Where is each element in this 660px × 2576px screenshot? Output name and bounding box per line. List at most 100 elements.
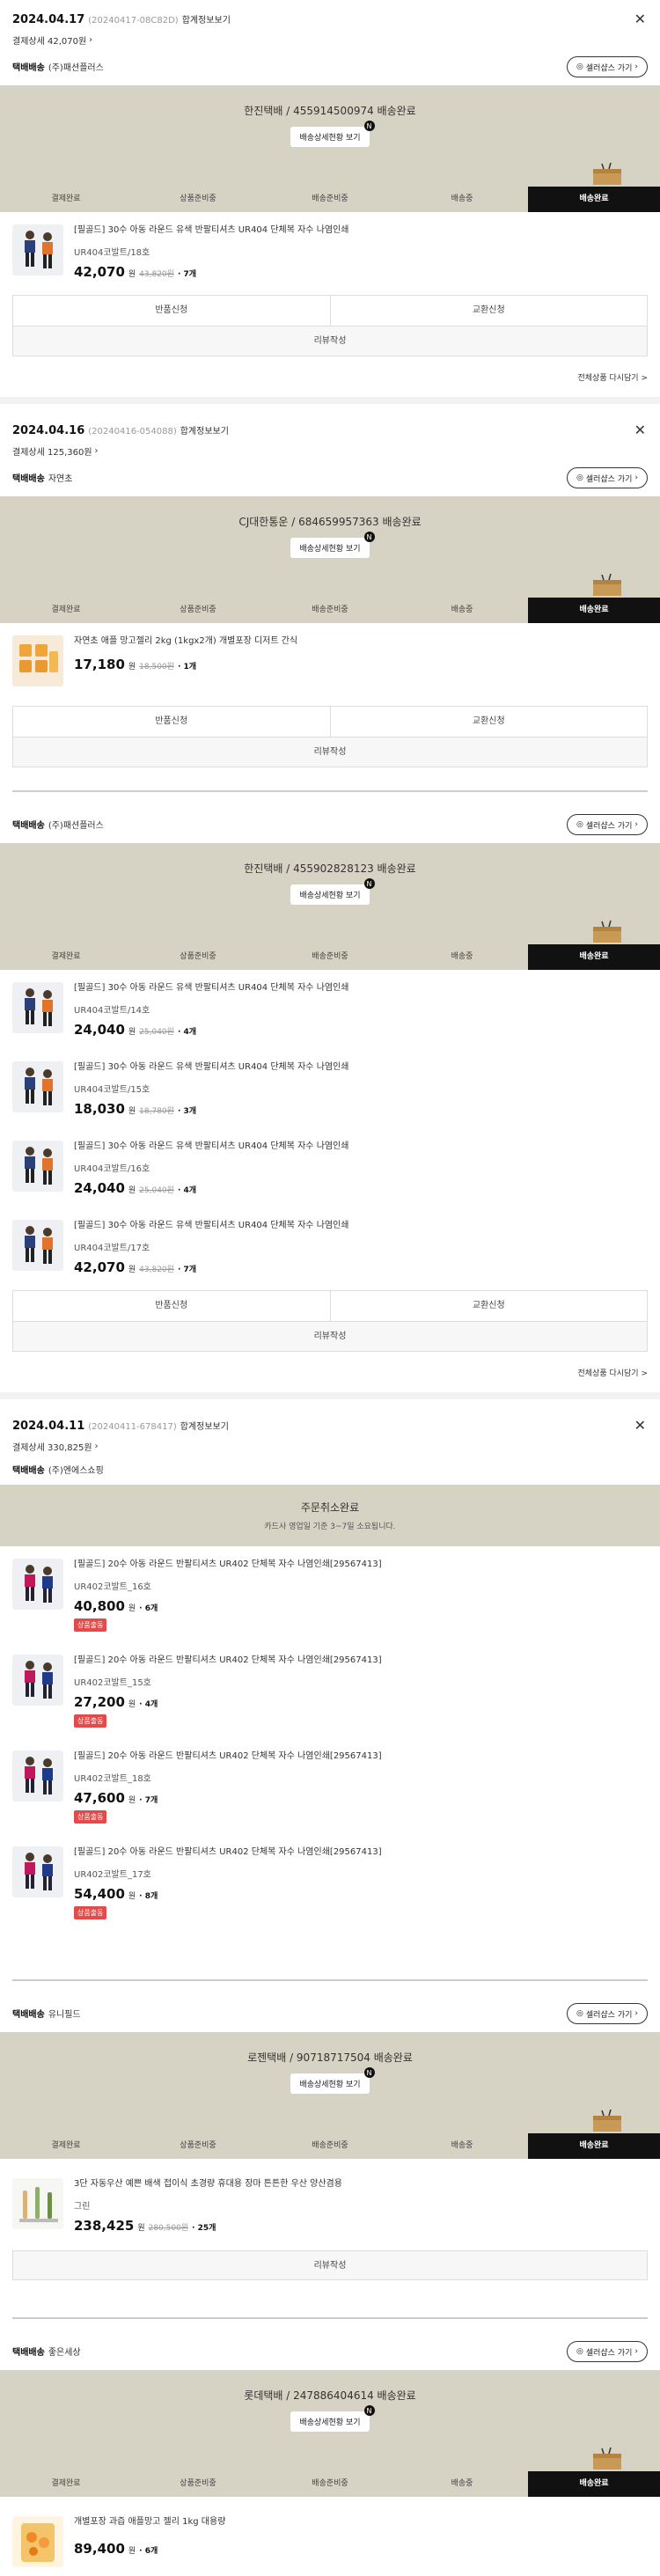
tracking-detail-button[interactable]: 배송상세현황 보기 N <box>290 878 375 905</box>
currency-label: 원 <box>128 1892 136 1901</box>
exchange-button[interactable]: 교환신청 <box>329 1291 648 1321</box>
step-preparing-shipping: 배송준비중 <box>312 2479 348 2488</box>
order-number: (20240417-08C82D) <box>88 16 179 26</box>
step-preparing-item: 상품준비중 <box>180 952 216 961</box>
product-quantity: · 8개 <box>139 1892 158 1901</box>
order-detail-link[interactable]: 합계정보보기 <box>180 1422 229 1432</box>
order-item[interactable]: [필골드] 30수 아동 라운드 유색 반팔티셔츠 UR404 단체복 자수 나… <box>0 212 660 291</box>
status-badge: 상품출동 <box>74 1810 107 1824</box>
order-item[interactable]: 3단 자동우산 예쁜 배색 접이식 초경량 휴대용 장마 튼튼한 우산 양산겸용… <box>0 2159 660 2247</box>
payment-detail-link[interactable]: 결제상세 125,360원 › <box>12 444 648 458</box>
seller-shop-button[interactable]: ◎ 셀러샵스 가기 › <box>567 467 648 488</box>
product-image <box>12 1141 63 1192</box>
payment-detail-link[interactable]: 결제상세 42,070원 › <box>12 33 648 47</box>
step-preparing-item: 상품준비중 <box>180 605 216 614</box>
box-icon <box>593 162 621 185</box>
return-button[interactable]: 반품신청 <box>13 1291 330 1321</box>
product-quantity: · 6개 <box>139 1604 158 1613</box>
product-option: UR404코발트/15호 <box>74 1085 150 1095</box>
product-option: UR402코발트_16호 <box>74 1582 151 1592</box>
product-image <box>12 224 63 275</box>
original-price: 43,820원 <box>139 1266 174 1274</box>
seller-shop-button[interactable]: ◎ 셀러샵스 가기 › <box>567 814 648 835</box>
order-item[interactable]: [필골드] 30수 아동 라운드 유색 반팔티셔츠 UR404 단체복 자수 나… <box>0 970 660 1049</box>
seller-name: (주)엔에스쇼핑 <box>48 1465 104 1476</box>
order-item[interactable]: [필골드] 20수 아동 라운드 반팔티셔츠 UR402 단체복 자수 나염인쇄… <box>0 1834 660 1930</box>
step-delivered: 배송완료 <box>528 187 660 212</box>
product-price: 238,425 <box>74 2218 135 2234</box>
step-paid: 결제완료 <box>51 194 81 203</box>
tracking-info: 로젠택배 / 90718717504 배송완료 <box>247 2051 413 2064</box>
delivery-label: 택배배송 <box>12 2009 45 2020</box>
order-item[interactable]: [필골드] 30수 아동 라운드 유색 반팔티셔츠 UR404 단체복 자수 나… <box>0 1049 660 1128</box>
product-quantity: · 1개 <box>177 663 197 672</box>
order-number: (20240416-054088) <box>88 427 177 437</box>
product-price: 17,180 <box>74 657 125 672</box>
delivery-status-banner: 롯데택배 / 247886404614 배송완료 배송상세현황 보기 N <box>0 2370 660 2471</box>
return-button[interactable]: 반품신청 <box>13 296 330 326</box>
delivery-steps: 결제완료 상품준비중 배송준비중 배송중 배송완료 <box>0 2471 660 2497</box>
step-paid: 결제완료 <box>51 2141 81 2150</box>
exchange-button[interactable]: 교환신청 <box>329 296 648 326</box>
product-quantity: · 25개 <box>192 2224 216 2233</box>
order-detail-link[interactable]: 합계정보보기 <box>182 16 231 26</box>
order-item[interactable]: [필골드] 20수 아동 라운드 반팔티셔츠 UR402 단체복 자수 나염인쇄… <box>0 1738 660 1834</box>
step-paid: 결제완료 <box>51 605 81 614</box>
tracking-detail-button[interactable]: 배송상세현황 보기 N <box>290 532 375 558</box>
order-item[interactable]: [필골드] 20수 아동 라운드 반팔티셔츠 UR402 단체복 자수 나염인쇄… <box>0 1642 660 1738</box>
tracking-detail-button[interactable]: 배송상세현황 보기 N <box>290 2067 375 2094</box>
box-icon <box>593 920 621 943</box>
close-icon[interactable]: ✕ <box>634 1417 646 1434</box>
pin-icon: ◎ <box>576 473 583 482</box>
seller-shop-button[interactable]: ◎ 셀러샵스 가기 › <box>567 56 648 77</box>
seller-shop-button[interactable]: ◎ 셀러샵스 가기 › <box>567 2341 648 2362</box>
step-preparing-item: 상품준비중 <box>180 2141 216 2150</box>
box-icon <box>593 2447 621 2470</box>
product-price: 40,800 <box>74 1598 125 1614</box>
currency-label: 원 <box>128 270 136 279</box>
status-badge: 상품출동 <box>74 1714 107 1728</box>
product-name: [필골드] 20수 아동 라운드 반팔티셔츠 UR402 단체복 자수 나염인쇄… <box>74 1847 382 1857</box>
payment-detail-link[interactable]: 결제상세 330,825원 › <box>12 1440 648 1453</box>
order-number: (20240411-678417) <box>88 1422 177 1432</box>
product-name: [필골드] 30수 아동 라운드 유색 반팔티셔츠 UR404 단체복 자수 나… <box>74 983 349 993</box>
order-item[interactable]: [필골드] 30수 아동 라운드 유색 반팔티셔츠 UR404 단체복 자수 나… <box>0 1128 660 1207</box>
close-icon[interactable]: ✕ <box>634 11 646 27</box>
tracking-detail-button[interactable]: 배송상세현황 보기 N <box>290 121 375 147</box>
payment-detail-text: 결제상세 330,825원 <box>12 1443 92 1453</box>
currency-label: 원 <box>128 1186 136 1195</box>
tracking-info: 롯데택배 / 247886404614 배송완료 <box>244 2389 416 2402</box>
order-item[interactable]: [필골드] 20수 아동 라운드 반팔티셔츠 UR402 단체복 자수 나염인쇄… <box>0 1546 660 1642</box>
tracking-info: 한진택배 / 455914500974 배송완료 <box>244 105 416 117</box>
delivery-row: 택배배송 유니필드 ◎ 셀러샵스 가기 › <box>0 1993 660 2032</box>
seller-name: 좋은세상 <box>48 2347 81 2358</box>
review-button[interactable]: 리뷰작성 <box>13 737 647 767</box>
delivery-status-banner: 한진택배 / 455914500974 배송완료 배송상세현황 보기 N <box>0 85 660 187</box>
rebuy-all-link[interactable]: 전체상품 다시담기 > <box>565 1367 660 1378</box>
step-delivered: 배송완료 <box>528 2471 660 2497</box>
delivery-label: 택배배송 <box>12 62 45 73</box>
tracking-detail-button[interactable]: 배송상세현황 보기 N <box>290 2405 375 2432</box>
delivery-row: 택배배송 (주)엔에스쇼핑 <box>0 1453 660 1485</box>
review-button[interactable]: 리뷰작성 <box>13 326 647 356</box>
currency-label: 원 <box>128 1796 136 1805</box>
order-detail-link[interactable]: 합계정보보기 <box>180 427 229 437</box>
product-option: UR404코발트/18호 <box>74 248 150 258</box>
seller-shop-button[interactable]: ◎ 셀러샵스 가기 › <box>567 2003 648 2024</box>
review-button[interactable]: 리뷰작성 <box>12 2250 648 2280</box>
review-button[interactable]: 리뷰작성 <box>13 1321 647 1351</box>
step-shipping: 배송중 <box>451 605 473 614</box>
order-item[interactable]: 자연초 애플 망고젤리 2kg (1kgx2개) 개별포장 디저트 간식 17,… <box>0 623 660 702</box>
payment-detail-text: 결제상세 42,070원 <box>12 37 87 47</box>
product-image <box>12 1846 63 1897</box>
chevron-right-icon: › <box>634 473 638 482</box>
exchange-button[interactable]: 교환신청 <box>329 707 648 737</box>
order-item[interactable]: 개별포장 과즙 애플망고 젤리 1kg 대용량 89,400 원 · 6개 <box>0 2497 660 2576</box>
original-price: 280,500원 <box>148 2224 189 2233</box>
cancel-status-banner: 주문취소완료 카드사 영업일 기준 3~7일 소요됩니다. <box>0 1485 660 1546</box>
step-preparing-shipping: 배송준비중 <box>312 605 348 614</box>
close-icon[interactable]: ✕ <box>634 422 646 438</box>
rebuy-all-link[interactable]: 전체상품 다시담기 > <box>565 371 660 383</box>
return-button[interactable]: 반품신청 <box>13 707 330 737</box>
order-item[interactable]: [필골드] 30수 아동 라운드 유색 반팔티셔츠 UR404 단체복 자수 나… <box>0 1207 660 1287</box>
